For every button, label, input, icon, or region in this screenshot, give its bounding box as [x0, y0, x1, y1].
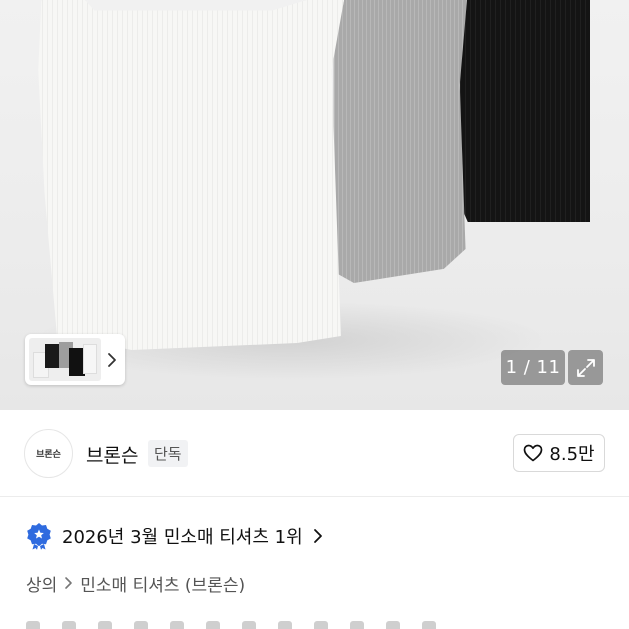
breadcrumb-item-subcategory[interactable]: 민소매 티셔츠 (브론슨) [80, 571, 245, 596]
heart-icon [524, 444, 543, 462]
ranking-badge-icon [27, 523, 51, 550]
brand-name-link[interactable]: 브론슨 [86, 441, 138, 468]
brand-logo-text: 브론슨 [36, 450, 61, 460]
exclusive-badge: 단독 [148, 440, 188, 467]
chevron-right-icon [108, 352, 116, 367]
black-tank-top-image [460, 0, 590, 222]
ranking-text: 2026년 3월 민소매 티셔츠 1위 [62, 527, 303, 548]
breadcrumb-item-category[interactable]: 상의 [26, 571, 57, 596]
ranking-link[interactable]: 2026년 3월 민소매 티셔츠 1위 [26, 522, 323, 550]
thumbnail-strip-button[interactable] [25, 334, 125, 385]
chevron-right-icon [313, 529, 322, 543]
like-button[interactable]: 8.5만 [513, 434, 605, 472]
image-counter: 1 / 11 [501, 350, 565, 385]
thumbnail-image [29, 338, 101, 381]
expand-icon [576, 358, 595, 377]
brand-logo[interactable]: 브론슨 [24, 429, 73, 478]
product-title-cutoff [26, 620, 586, 629]
gray-tank-top-image [333, 0, 467, 283]
breadcrumb: 상의 민소매 티셔츠 (브론슨) [26, 571, 245, 596]
white-tank-top-image [38, 0, 344, 350]
chevron-right-icon [64, 576, 73, 590]
expand-button[interactable] [568, 350, 603, 385]
like-count: 8.5만 [549, 444, 595, 465]
section-divider [0, 496, 629, 497]
product-image-gallery[interactable]: 1 / 11 [0, 0, 629, 410]
